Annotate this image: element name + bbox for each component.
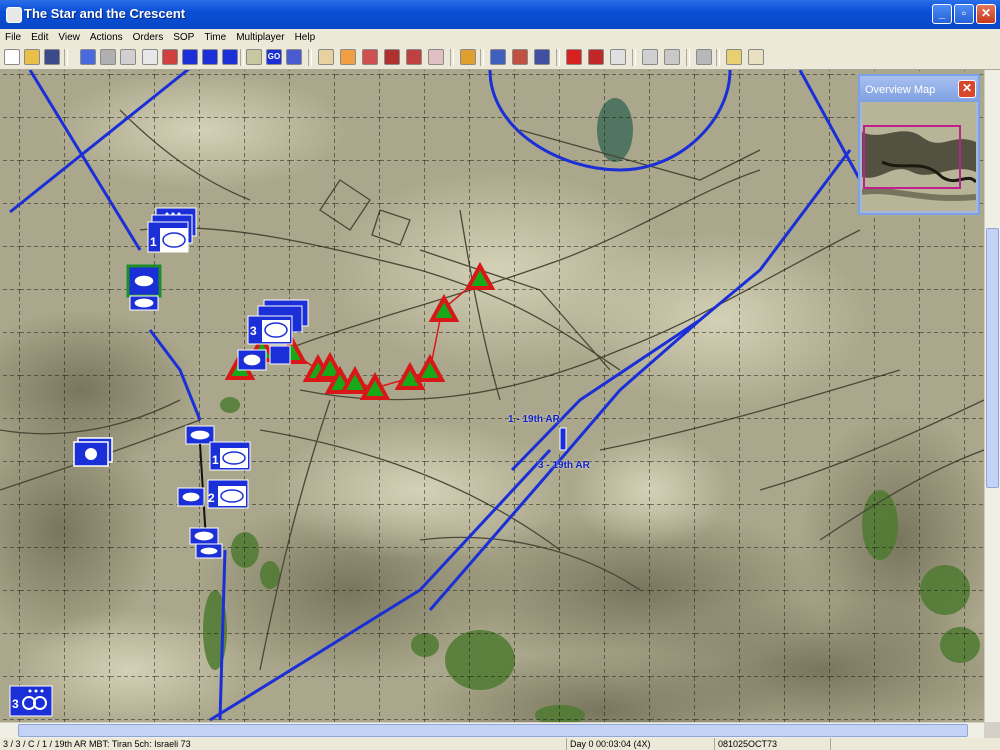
minimize-button[interactable]: _: [932, 4, 952, 24]
unit-info-icon[interactable]: [80, 49, 96, 65]
toolbar-separator: [480, 49, 484, 66]
attack-order-icon[interactable]: [162, 49, 178, 65]
status-date-code: 081025OCT73: [714, 738, 828, 750]
toolbar-separator: [240, 49, 244, 66]
help-icon[interactable]: [726, 49, 742, 65]
artillery-icon[interactable]: [384, 49, 400, 65]
overview-map-window[interactable]: Overview Map ✕: [858, 74, 980, 215]
save-icon[interactable]: [44, 49, 60, 65]
toolbar-separator: [686, 49, 690, 66]
toolbar-separator: [632, 49, 636, 66]
new-file-icon[interactable]: [4, 49, 20, 65]
line-of-sight-icon[interactable]: [428, 49, 444, 65]
vertical-scrollbar[interactable]: [984, 70, 1000, 722]
toolbar-separator: [64, 49, 68, 66]
delete-icon[interactable]: [610, 49, 626, 65]
clock-icon[interactable]: [642, 49, 658, 65]
hand-icon[interactable]: [460, 49, 476, 65]
boundary-unit-marker[interactable]: [559, 427, 567, 451]
app-icon[interactable]: [6, 7, 22, 23]
overview-close-button[interactable]: ✕: [958, 80, 976, 98]
map-filter-icon[interactable]: [318, 49, 334, 65]
vertical-scroll-thumb[interactable]: [986, 228, 999, 488]
context-help-icon[interactable]: [748, 49, 764, 65]
unit-formation-icon[interactable]: [182, 49, 198, 65]
window-titlebar: The Star and the Crescent _ ▫ ✕: [0, 0, 1000, 29]
enemy-list-icon[interactable]: [512, 49, 528, 65]
overview-map[interactable]: [862, 102, 976, 211]
status-game-time: Day 0 00:03:04 (4X): [566, 738, 710, 750]
unit-label: 3 - 19th AR: [538, 460, 590, 471]
menu-time[interactable]: Time: [199, 32, 231, 43]
menu-bar: File Edit View Actions Orders SOP Time M…: [0, 29, 1000, 46]
map-canvas[interactable]: 1 3 1 2 3: [0, 70, 984, 722]
menu-file[interactable]: File: [0, 32, 26, 43]
sun-icon[interactable]: [246, 49, 262, 65]
toolbar-separator: [308, 49, 312, 66]
cancel-order-icon[interactable]: [588, 49, 604, 65]
horizontal-scrollbar[interactable]: [0, 722, 984, 738]
tactical-map[interactable]: 1 3 1 2 3 1 - 19th AR 3 - 19th AR Overvi…: [0, 70, 984, 722]
unit-formation-icon[interactable]: [202, 49, 218, 65]
disabled-tool-icon[interactable]: [100, 49, 116, 65]
unit-label: 1 - 19th AR: [508, 414, 560, 425]
unit-list-icon[interactable]: [490, 49, 506, 65]
mine-icon[interactable]: [406, 49, 422, 65]
go-button[interactable]: GO: [266, 49, 282, 65]
toolbar-separator: [450, 49, 454, 66]
close-button[interactable]: ✕: [976, 4, 996, 24]
status-bar: 3 / 3 / C / 1 / 19th AR MBT: Tiran 5ch: …: [0, 738, 1000, 750]
friendly-hq-unit[interactable]: [73, 437, 113, 467]
menu-orders[interactable]: Orders: [128, 32, 169, 43]
horizontal-scroll-thumb[interactable]: [18, 724, 968, 737]
unit-number: 1: [212, 453, 219, 467]
menu-sop[interactable]: SOP: [168, 32, 199, 43]
disabled-tool-icon[interactable]: [664, 49, 680, 65]
reinforcement-icon[interactable]: [534, 49, 550, 65]
menu-view[interactable]: View: [53, 32, 85, 43]
disabled-tool-icon[interactable]: [120, 49, 136, 65]
toolbar: GO: [0, 46, 1000, 70]
grid-icon[interactable]: [286, 49, 302, 65]
toolbar-separator: [716, 49, 720, 66]
menu-multiplayer[interactable]: Multiplayer: [231, 32, 289, 43]
unit-number: 3: [12, 697, 19, 711]
menu-edit[interactable]: Edit: [26, 32, 53, 43]
fire-icon[interactable]: [362, 49, 378, 65]
move-order-icon[interactable]: [142, 49, 158, 65]
unit-formation-icon[interactable]: [222, 49, 238, 65]
toolbar-separator: [556, 49, 560, 66]
maximize-button[interactable]: ▫: [954, 4, 974, 24]
status-unit-info: 3 / 3 / C / 1 / 19th AR MBT: Tiran 5ch: …: [3, 739, 191, 749]
menu-help[interactable]: Help: [290, 32, 321, 43]
menu-actions[interactable]: Actions: [85, 32, 128, 43]
unit-number: 2: [208, 491, 215, 505]
unit-number: 3: [250, 324, 257, 338]
unit-number: 1: [150, 235, 157, 249]
status-empty-cell: [830, 738, 1000, 750]
explosion-icon[interactable]: [340, 49, 356, 65]
window-title: The Star and the Crescent: [24, 6, 186, 21]
stop-icon[interactable]: [566, 49, 582, 65]
selected-unit[interactable]: [126, 264, 162, 311]
open-folder-icon[interactable]: [24, 49, 40, 65]
disabled-tool-icon[interactable]: [696, 49, 712, 65]
